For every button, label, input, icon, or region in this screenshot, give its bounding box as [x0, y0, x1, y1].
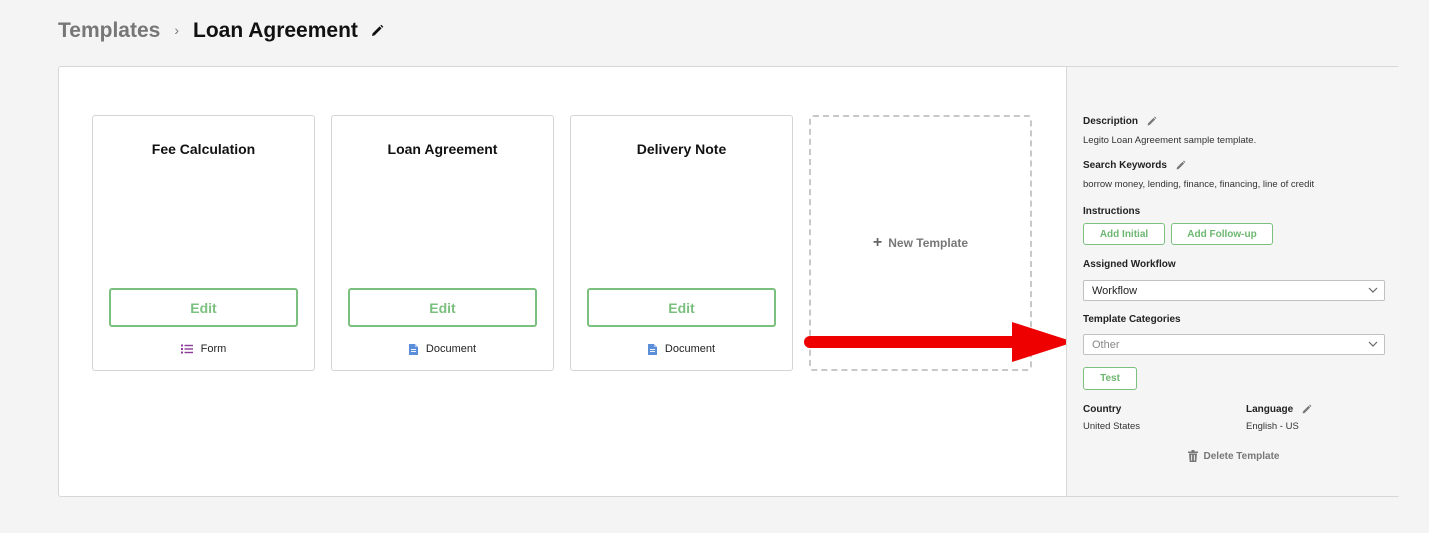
chevron-down-icon — [1368, 340, 1378, 348]
template-card-fee-calculation[interactable]: Fee Calculation Edit Form — [92, 115, 315, 371]
add-initial-button[interactable]: Add Initial — [1083, 223, 1165, 245]
instructions-label: Instructions — [1083, 206, 1141, 217]
edit-description-pencil-icon[interactable] — [1146, 116, 1157, 127]
edit-button[interactable]: Edit — [109, 288, 298, 327]
delete-template-label: Delete Template — [1203, 450, 1280, 462]
description-label: Description — [1083, 116, 1157, 127]
workflow-select-value: Workflow — [1092, 284, 1138, 297]
template-panel: Fee Calculation Edit Form Loan Agreement… — [58, 66, 1400, 497]
card-type: Form — [93, 343, 314, 355]
edit-title-pencil-icon[interactable] — [370, 24, 384, 38]
template-properties-sidebar: Description Legito Loan Agreement sample… — [1066, 67, 1400, 496]
template-card-loan-agreement[interactable]: Loan Agreement Edit Document — [331, 115, 554, 371]
breadcrumb-separator: › — [174, 22, 179, 38]
plus-icon: + — [872, 234, 883, 251]
search-keywords-label-text: Search Keywords — [1083, 160, 1167, 171]
edit-button[interactable]: Edit — [348, 288, 537, 327]
card-type: Document — [571, 343, 792, 355]
description-label-text: Description — [1083, 116, 1139, 127]
card-title: Loan Agreement — [387, 141, 498, 157]
edit-language-pencil-icon[interactable] — [1301, 404, 1312, 415]
card-title: Delivery Note — [636, 141, 727, 157]
card-title: Fee Calculation — [151, 141, 256, 157]
country-label: Country — [1083, 404, 1122, 415]
add-follow-up-button[interactable]: Add Follow-up — [1171, 223, 1273, 245]
language-label: Language — [1246, 404, 1312, 415]
search-keywords-value: borrow money, lending, finance, financin… — [1083, 179, 1315, 190]
assigned-workflow-label: Assigned Workflow — [1083, 259, 1176, 270]
language-label-text: Language — [1246, 404, 1294, 415]
delete-template-button[interactable]: Delete Template — [1067, 450, 1400, 462]
workflow-select[interactable]: Workflow — [1083, 280, 1385, 301]
edit-button[interactable]: Edit — [587, 288, 776, 327]
document-icon — [408, 343, 418, 355]
chevron-down-icon — [1368, 286, 1378, 294]
template-categories-value: Other — [1092, 338, 1120, 351]
card-type-label: Form — [200, 343, 227, 355]
list-icon — [180, 344, 193, 354]
template-categories-label: Template Categories — [1083, 314, 1181, 325]
description-value: Legito Loan Agreement sample template. — [1083, 135, 1257, 146]
breadcrumb-templates-link[interactable]: Templates — [58, 19, 160, 43]
country-value: United States — [1083, 421, 1141, 432]
trash-icon — [1187, 450, 1198, 462]
card-type-label: Document — [425, 343, 477, 355]
card-type: Document — [332, 343, 553, 355]
card-type-label: Document — [664, 343, 716, 355]
language-value: English - US — [1246, 421, 1299, 432]
page-title: Loan Agreement — [193, 19, 358, 42]
template-categories-select[interactable]: Other — [1083, 334, 1385, 355]
edit-keywords-pencil-icon[interactable] — [1175, 160, 1186, 171]
test-button[interactable]: Test — [1083, 367, 1137, 390]
new-template-label: New Template — [888, 236, 969, 250]
template-card-delivery-note[interactable]: Delivery Note Edit Document — [570, 115, 793, 371]
breadcrumb: Templates › Loan Agreement — [58, 16, 384, 46]
red-arrow-icon — [804, 322, 1074, 367]
document-icon — [647, 343, 657, 355]
search-keywords-label: Search Keywords — [1083, 160, 1186, 171]
